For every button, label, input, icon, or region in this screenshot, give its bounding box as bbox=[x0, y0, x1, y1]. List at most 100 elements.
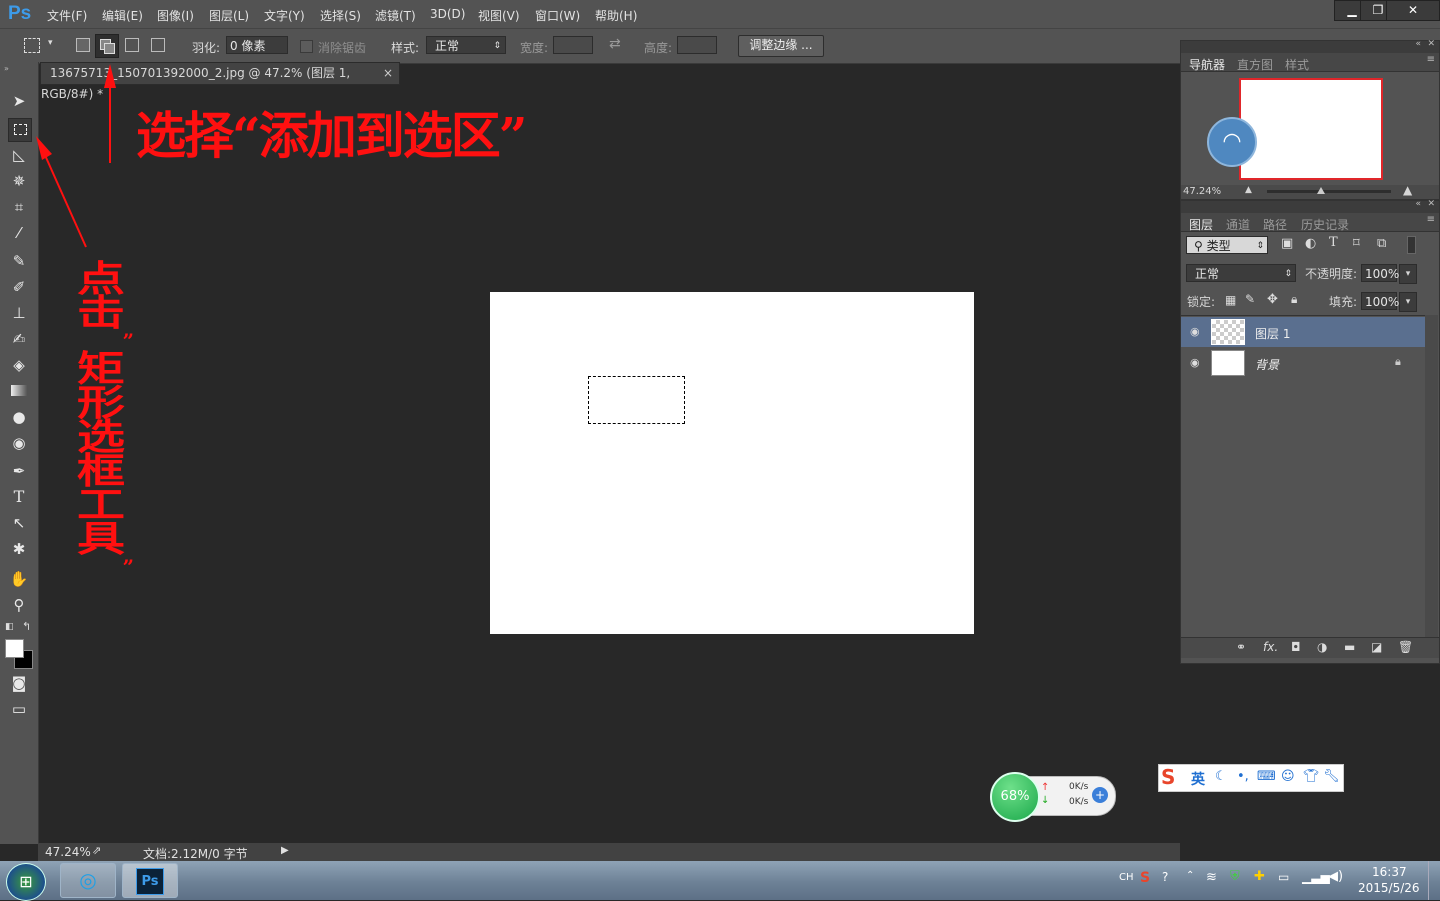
fx-icon[interactable]: fx. bbox=[1263, 640, 1278, 654]
blend-mode-select[interactable]: 正常 ⇕ bbox=[1186, 264, 1296, 282]
tray-help-icon[interactable]: ? bbox=[1162, 870, 1168, 884]
eye-icon[interactable]: ◉ bbox=[1190, 356, 1200, 369]
menu-type[interactable]: 文字(Y) bbox=[264, 7, 305, 24]
layer-filter-select[interactable]: ⚲ 类型 ⇕ bbox=[1186, 236, 1268, 254]
tray-volume-icon[interactable]: ◀) bbox=[1328, 869, 1343, 884]
type-tool-icon[interactable]: T bbox=[8, 486, 30, 508]
close-icon[interactable]: ✕ bbox=[1427, 199, 1435, 209]
skin-icon[interactable]: 👕︎ bbox=[1303, 769, 1320, 784]
menu-edit[interactable]: 编辑(E) bbox=[102, 7, 143, 24]
feather-input[interactable]: 0 像素 bbox=[226, 36, 288, 54]
swap-colors-icon[interactable]: ↰ bbox=[22, 620, 31, 633]
antialias-checkbox[interactable] bbox=[300, 40, 313, 53]
eraser-tool-icon[interactable]: ◈ bbox=[8, 354, 30, 376]
dodge-tool-icon[interactable]: ◉ bbox=[8, 432, 30, 454]
screen-mode-icon[interactable]: ▭ bbox=[8, 698, 30, 720]
tab-paths[interactable]: 路径 bbox=[1263, 216, 1287, 233]
user-icon[interactable]: ☺ bbox=[1281, 769, 1295, 784]
intersect-selection-icon[interactable] bbox=[151, 38, 165, 52]
tray-expand-icon[interactable]: ⌃ bbox=[1186, 870, 1194, 881]
layer-name[interactable]: 图层 1 bbox=[1255, 325, 1290, 342]
clone-stamp-tool-icon[interactable]: ⊥ bbox=[8, 302, 30, 324]
new-selection-icon[interactable] bbox=[76, 38, 90, 52]
subtract-selection-icon[interactable] bbox=[125, 38, 139, 52]
document-canvas[interactable] bbox=[490, 292, 974, 634]
wrench-icon[interactable]: 🔧︎ bbox=[1323, 769, 1340, 784]
menu-layer[interactable]: 图层(L) bbox=[209, 7, 249, 24]
zoom-level[interactable]: 47.24% bbox=[45, 845, 91, 859]
tray-wifi-icon[interactable]: ≋ bbox=[1206, 870, 1217, 885]
zoom-out-icon[interactable]: ▲ bbox=[1245, 185, 1252, 195]
opacity-input[interactable]: 100% bbox=[1361, 264, 1399, 282]
tab-histogram[interactable]: 直方图 bbox=[1237, 56, 1273, 73]
keyboard-icon[interactable]: ⌨ bbox=[1257, 769, 1276, 784]
lock-position-icon[interactable]: ✥ bbox=[1267, 292, 1278, 307]
show-desktop-button[interactable] bbox=[1428, 861, 1440, 900]
layer-name[interactable]: 背景 bbox=[1255, 356, 1279, 373]
default-colors-icon[interactable]: ◧ bbox=[5, 622, 14, 632]
filter-toggle[interactable] bbox=[1407, 236, 1416, 254]
tray-device-icon[interactable]: ▭ bbox=[1278, 870, 1289, 884]
adjustment-filter-icon[interactable]: ◐ bbox=[1305, 236, 1316, 251]
trash-icon[interactable]: 🗑︎ bbox=[1398, 640, 1413, 654]
collapse-icon[interactable]: « bbox=[1415, 39, 1421, 49]
lock-all-icon[interactable]: 🔒︎ bbox=[1291, 292, 1297, 307]
zoom-slider-handle[interactable] bbox=[1317, 187, 1325, 194]
zoom-slider[interactable] bbox=[1267, 190, 1391, 193]
close-icon[interactable]: ✕ bbox=[1427, 39, 1435, 49]
tray-sogou-icon[interactable]: S bbox=[1140, 870, 1150, 886]
pixel-filter-icon[interactable]: ▣ bbox=[1281, 236, 1293, 251]
path-selection-tool-icon[interactable]: ↖ bbox=[8, 512, 30, 534]
tab-channels[interactable]: 通道 bbox=[1226, 216, 1250, 233]
opacity-dropdown[interactable]: ▾ bbox=[1399, 264, 1417, 284]
ime-toolbar[interactable]: S 英 ☾ •, ⌨ ☺ 👕︎ 🔧︎ bbox=[1158, 764, 1344, 792]
navigator-zoom[interactable]: 47.24% bbox=[1183, 186, 1221, 197]
add-to-selection-button[interactable] bbox=[95, 34, 119, 58]
layer-row[interactable]: ◉ 图层 1 bbox=[1181, 317, 1425, 347]
export-icon[interactable]: ⇗ bbox=[92, 844, 101, 857]
history-brush-tool-icon[interactable]: ✍ bbox=[8, 328, 30, 350]
layers-scrollbar[interactable] bbox=[1425, 315, 1438, 637]
sogou-icon[interactable]: S bbox=[1161, 765, 1175, 789]
start-button[interactable]: ⊞ bbox=[6, 863, 46, 901]
close-tab-icon[interactable]: × bbox=[383, 63, 393, 84]
foreground-color-swatch[interactable] bbox=[5, 639, 24, 658]
menu-help[interactable]: 帮助(H) bbox=[595, 7, 637, 24]
menu-select[interactable]: 选择(S) bbox=[320, 7, 361, 24]
taskbar-app-photoshop[interactable]: Ps bbox=[122, 863, 178, 898]
clock-date[interactable]: 2015/5/26 bbox=[1358, 881, 1420, 895]
lock-transparent-icon[interactable]: ▦ bbox=[1225, 293, 1236, 307]
new-layer-icon[interactable]: ◪ bbox=[1371, 640, 1382, 654]
width-input[interactable] bbox=[553, 36, 593, 54]
smart-object-filter-icon[interactable]: ⧉ bbox=[1377, 236, 1386, 251]
menu-window[interactable]: 窗口(W) bbox=[535, 7, 580, 24]
memory-percent[interactable]: 68% bbox=[990, 772, 1040, 822]
menu-image[interactable]: 图像(I) bbox=[157, 7, 194, 24]
taskbar-app-browser[interactable]: ◎ bbox=[60, 863, 116, 898]
mask-icon[interactable]: ◘ bbox=[1291, 640, 1301, 654]
swap-icon[interactable]: ⇄ bbox=[609, 36, 621, 52]
shape-filter-icon[interactable]: ⌑ bbox=[1353, 236, 1360, 251]
tray-360-icon[interactable]: ✚ bbox=[1254, 869, 1265, 884]
adjustment-icon[interactable]: ◑ bbox=[1317, 640, 1327, 654]
eye-icon[interactable]: ◉ bbox=[1190, 325, 1200, 338]
punctuation-icon[interactable]: •, bbox=[1237, 769, 1249, 784]
ime-language[interactable]: 英 bbox=[1191, 769, 1205, 789]
style-select[interactable]: 正常 ⇕ bbox=[426, 36, 506, 54]
menu-filter[interactable]: 滤镜(T) bbox=[375, 7, 416, 24]
zoom-in-icon[interactable]: ▲ bbox=[1403, 183, 1412, 197]
tab-layers[interactable]: 图层 bbox=[1189, 216, 1213, 233]
tray-language[interactable]: CH bbox=[1119, 872, 1134, 883]
tray-signal-icon[interactable]: ▁▃▅ bbox=[1302, 870, 1330, 884]
selection-marquee[interactable] bbox=[588, 376, 685, 424]
fill-input[interactable]: 100% bbox=[1361, 292, 1399, 310]
play-icon[interactable]: ▶ bbox=[281, 845, 289, 856]
menu-3d[interactable]: 3D(D) bbox=[430, 7, 465, 21]
network-widget[interactable]: 68% ↑ ↓ 0K/s 0K/s + bbox=[990, 772, 1116, 822]
clock-time[interactable]: 16:37 bbox=[1372, 865, 1407, 879]
moon-icon[interactable]: ☾ bbox=[1215, 769, 1227, 784]
lock-image-icon[interactable]: ✎ bbox=[1245, 292, 1255, 306]
layer-row[interactable]: ◉ 背景 🔒︎ bbox=[1181, 348, 1425, 378]
marquee-preset-icon[interactable] bbox=[24, 38, 40, 53]
tab-history[interactable]: 历史记录 bbox=[1301, 216, 1349, 233]
